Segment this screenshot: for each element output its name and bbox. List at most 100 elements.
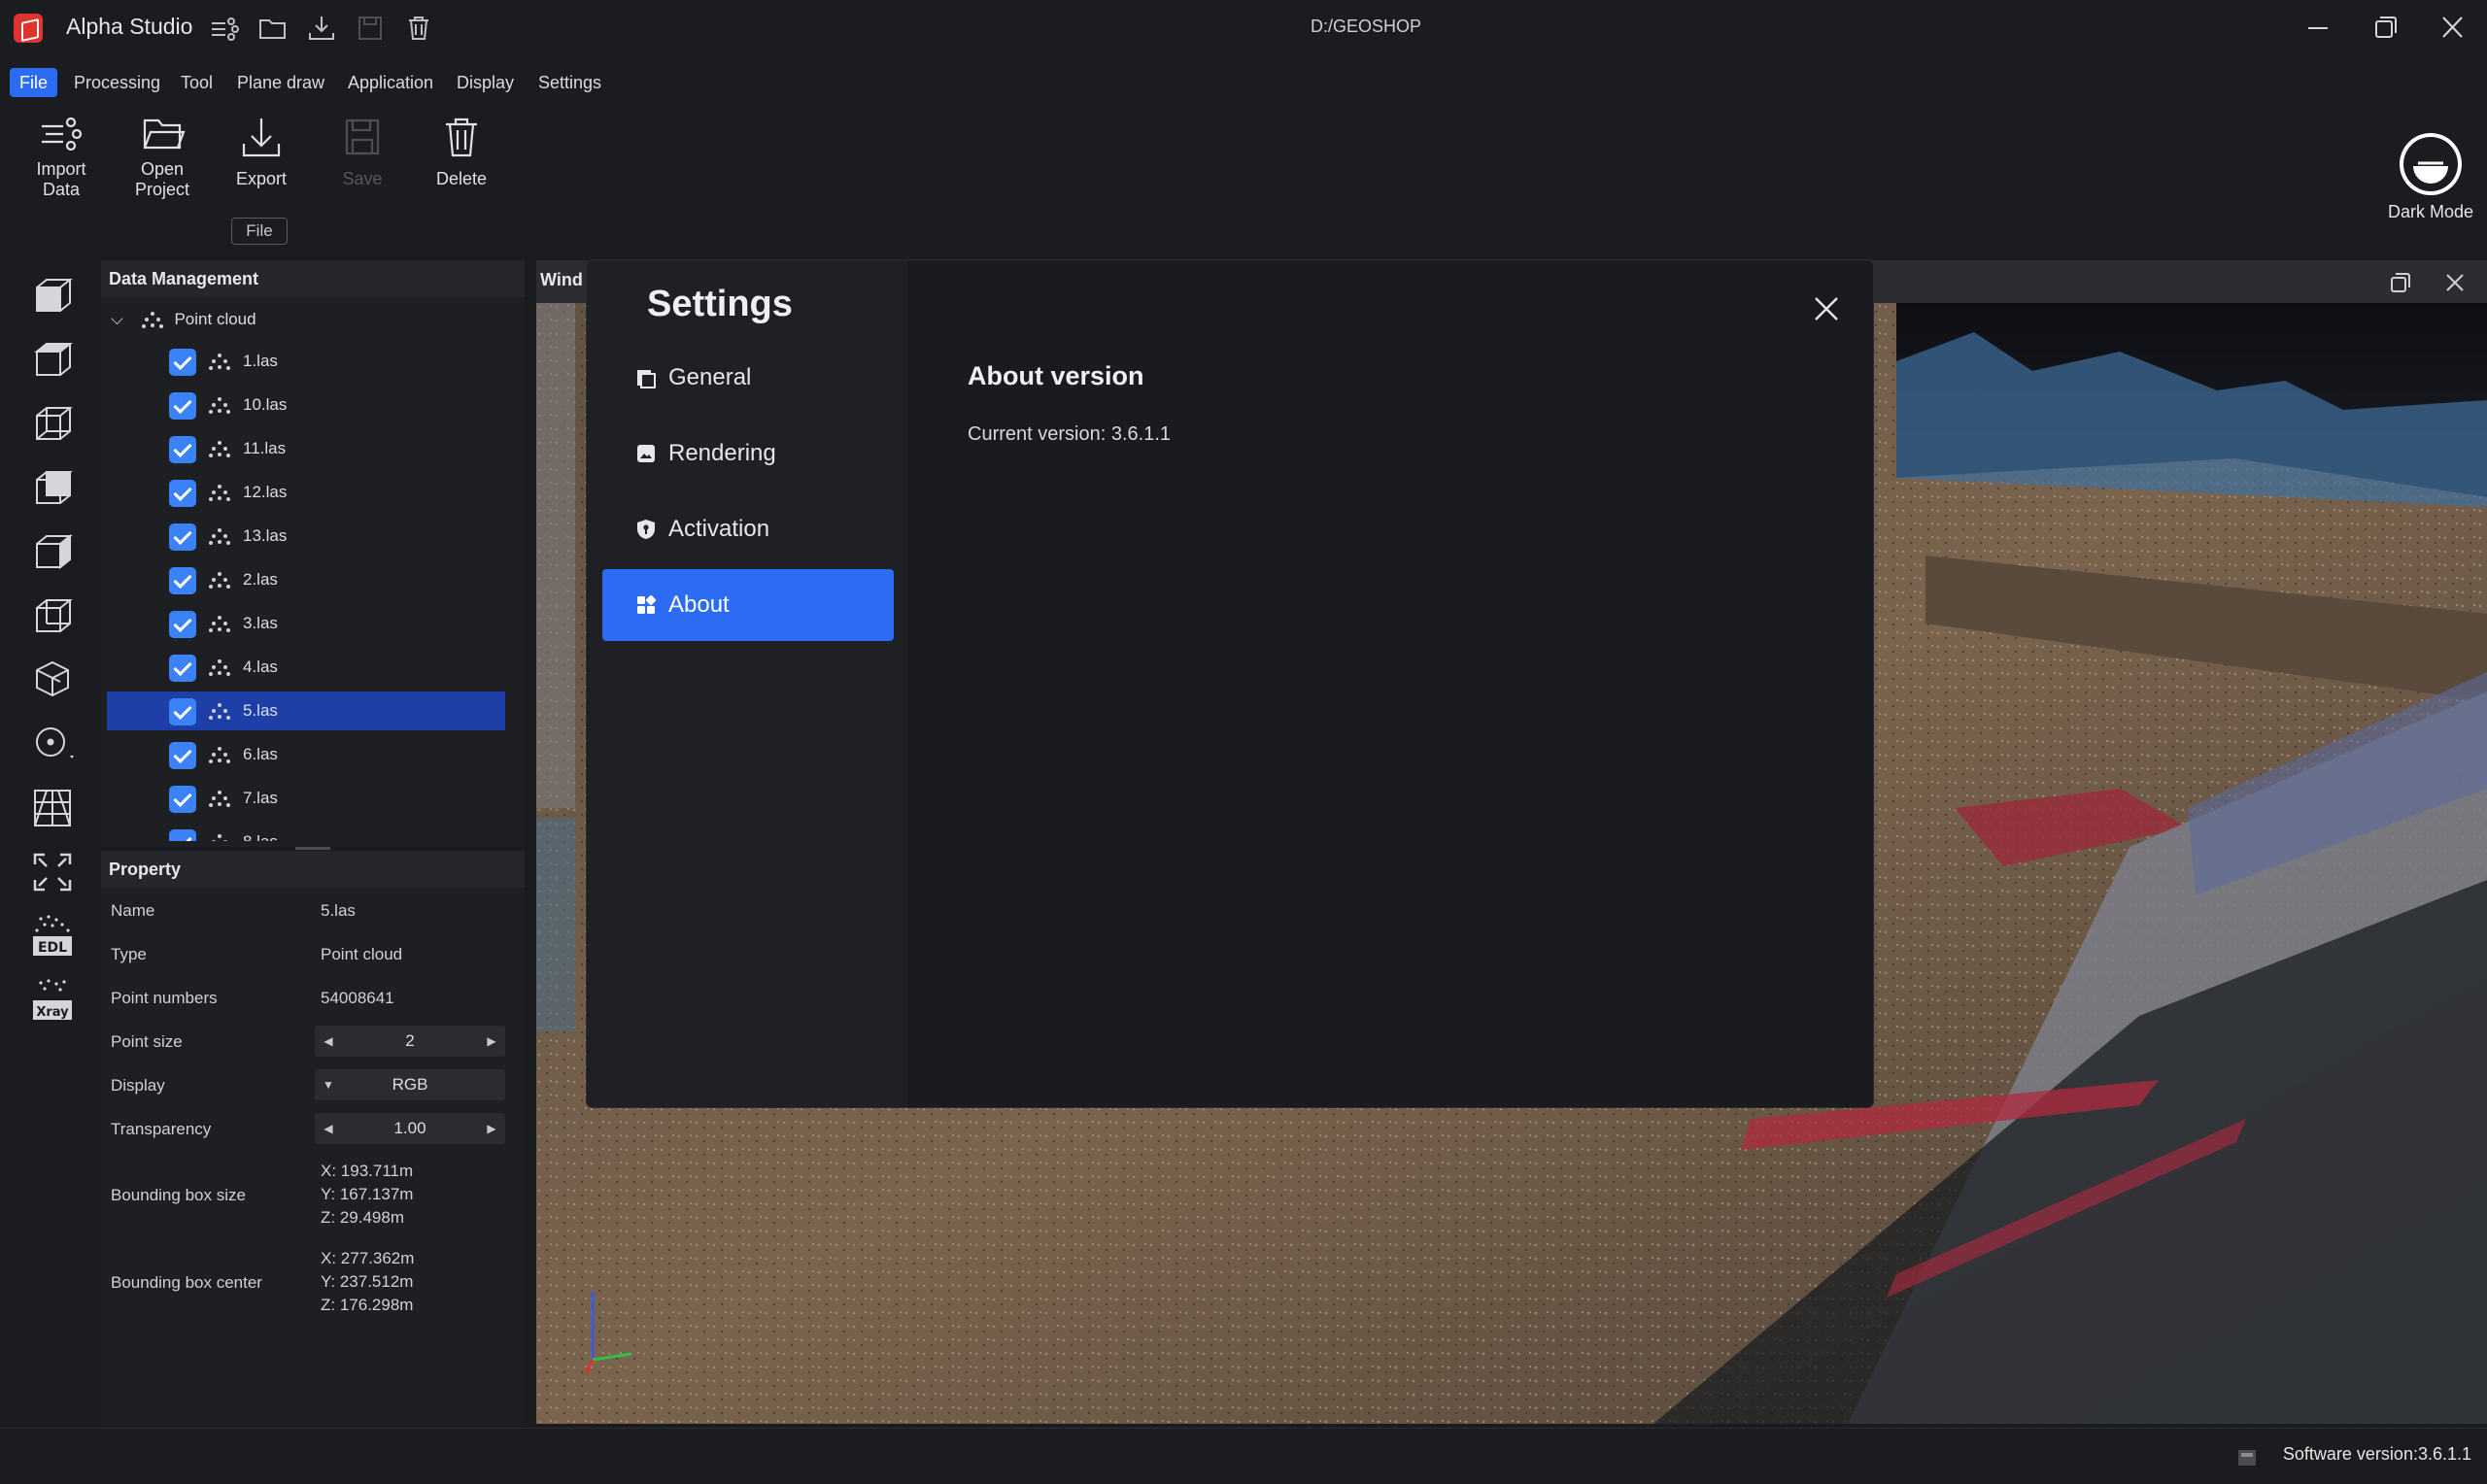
settings-nav-activation[interactable]: Activation bbox=[602, 493, 894, 565]
edl-icon[interactable]: EDL bbox=[27, 911, 78, 961]
prop-display-label: Display bbox=[111, 1076, 165, 1095]
bbox-center-z: Z: 176.298m bbox=[321, 1296, 414, 1314]
tree-item[interactable]: 1.las bbox=[107, 342, 505, 381]
tree-item-label: 5.las bbox=[243, 701, 278, 720]
menu-processing[interactable]: Processing bbox=[64, 68, 170, 97]
settings-nav-rendering-label: Rendering bbox=[668, 440, 776, 466]
settings-nav-about[interactable]: About bbox=[602, 569, 894, 641]
tree-item-label: 7.las bbox=[243, 789, 278, 807]
visibility-checkbox[interactable] bbox=[169, 655, 196, 682]
prop-bbox-center-label: Bounding box center bbox=[111, 1273, 262, 1292]
prop-point-size-label: Point size bbox=[111, 1032, 183, 1051]
tree-item[interactable]: 8.las bbox=[107, 823, 505, 841]
visibility-checkbox[interactable] bbox=[169, 523, 196, 551]
tree-item[interactable]: 12.las bbox=[107, 473, 505, 512]
point-cloud-icon bbox=[209, 485, 230, 501]
visibility-checkbox[interactable] bbox=[169, 480, 196, 507]
shield-key-icon bbox=[637, 520, 655, 539]
import-icon[interactable] bbox=[208, 12, 241, 45]
perspective-grid-icon[interactable] bbox=[27, 783, 78, 833]
viewport-title: Wind bbox=[540, 270, 583, 289]
view-iso-icon[interactable] bbox=[27, 270, 78, 320]
transparency-stepper[interactable]: ◀ 1.00 ▶ bbox=[315, 1113, 505, 1144]
save-icon bbox=[358, 17, 382, 40]
restore-icon[interactable] bbox=[2365, 8, 2407, 49]
prop-name-label: Name bbox=[111, 901, 155, 920]
delete-label: Delete bbox=[435, 169, 488, 188]
display-value: RGB bbox=[392, 1075, 428, 1094]
svg-text:Xray: Xray bbox=[36, 1005, 69, 1020]
minimize-icon[interactable] bbox=[2297, 8, 2339, 49]
tree-item[interactable]: 7.las bbox=[107, 779, 505, 818]
menu-plane-draw[interactable]: Plane draw bbox=[227, 68, 334, 97]
visibility-checkbox[interactable] bbox=[169, 436, 196, 463]
visibility-checkbox[interactable] bbox=[169, 567, 196, 594]
open-folder-icon[interactable] bbox=[256, 12, 290, 45]
close-icon[interactable] bbox=[2431, 8, 2473, 49]
tree-item[interactable]: 4.las bbox=[107, 648, 505, 687]
increment-icon[interactable]: ▶ bbox=[482, 1026, 501, 1057]
view-bottom-icon[interactable] bbox=[27, 655, 78, 705]
dropdown-icon[interactable]: ▼ bbox=[319, 1069, 338, 1100]
tree-item[interactable]: 6.las bbox=[107, 735, 505, 774]
prop-points-label: Point numbers bbox=[111, 989, 218, 1007]
prop-transparency-label: Transparency bbox=[111, 1120, 212, 1138]
tree-item-label: 8.las bbox=[243, 823, 278, 841]
visibility-checkbox[interactable] bbox=[169, 611, 196, 638]
visibility-checkbox[interactable] bbox=[169, 742, 196, 769]
open-project-button[interactable]: Open Project bbox=[119, 113, 206, 200]
menu-tool[interactable]: Tool bbox=[171, 68, 222, 97]
tree-item[interactable]: 3.las bbox=[107, 604, 505, 643]
view-back-icon[interactable] bbox=[27, 590, 78, 641]
tree-item[interactable]: 13.las bbox=[107, 517, 505, 556]
tree-item-label: 11.las bbox=[243, 439, 287, 457]
point-cloud-icon bbox=[209, 572, 230, 589]
visibility-checkbox[interactable] bbox=[169, 698, 196, 725]
dark-mode-button[interactable]: Dark Mode bbox=[2382, 130, 2479, 222]
pivot-point-icon[interactable] bbox=[27, 719, 78, 769]
import-data-button[interactable]: Import Data bbox=[17, 113, 105, 200]
settings-nav-rendering[interactable]: Rendering bbox=[602, 418, 894, 489]
view-left-icon[interactable] bbox=[27, 462, 78, 513]
delete-icon[interactable] bbox=[402, 12, 435, 45]
decrement-icon[interactable]: ◀ bbox=[319, 1113, 338, 1144]
view-top-icon[interactable] bbox=[27, 334, 78, 385]
panel-splitter[interactable] bbox=[295, 847, 330, 850]
settings-close-icon[interactable] bbox=[1809, 291, 1844, 326]
bbox-center-x: X: 277.362m bbox=[321, 1249, 415, 1267]
bbox-center-y: Y: 237.512m bbox=[321, 1272, 414, 1291]
delete-button[interactable]: Delete bbox=[418, 113, 505, 189]
display-select[interactable]: ▼ RGB bbox=[315, 1069, 505, 1100]
visibility-checkbox[interactable] bbox=[169, 392, 196, 420]
fit-view-icon[interactable] bbox=[27, 847, 78, 897]
float-window-icon[interactable] bbox=[2388, 270, 2413, 295]
menu-settings[interactable]: Settings bbox=[528, 68, 611, 97]
settings-nav-general[interactable]: General bbox=[602, 342, 894, 414]
apps-grid-icon bbox=[637, 594, 657, 614]
point-cloud-icon bbox=[209, 441, 230, 457]
visibility-checkbox[interactable] bbox=[169, 829, 196, 841]
menu-application[interactable]: Application bbox=[338, 68, 443, 97]
menu-display[interactable]: Display bbox=[447, 68, 524, 97]
tree-item[interactable]: 2.las bbox=[107, 560, 505, 599]
chevron-down-icon[interactable]: ⌵ bbox=[111, 305, 136, 334]
view-front-icon[interactable] bbox=[27, 398, 78, 449]
tree-item-label: 3.las bbox=[243, 614, 278, 632]
decrement-icon[interactable]: ◀ bbox=[319, 1026, 338, 1057]
increment-icon[interactable]: ▶ bbox=[482, 1113, 501, 1144]
menu-file[interactable]: File bbox=[10, 68, 58, 97]
download-icon[interactable] bbox=[305, 12, 338, 45]
app-logo-icon bbox=[14, 14, 43, 43]
tree-item[interactable]: 11.las bbox=[107, 429, 505, 468]
point-size-stepper[interactable]: ◀ 2 ▶ bbox=[315, 1026, 505, 1057]
tree-item[interactable]: 10.las bbox=[107, 386, 505, 424]
view-right-icon[interactable] bbox=[27, 526, 78, 577]
save-label: Save bbox=[342, 169, 383, 188]
export-button[interactable]: Export bbox=[218, 113, 305, 189]
tree-item[interactable]: 5.las bbox=[107, 691, 505, 730]
close-viewport-icon[interactable] bbox=[2442, 270, 2468, 295]
tree-root-point-cloud[interactable]: ⌵ Point cloud bbox=[111, 305, 256, 334]
visibility-checkbox[interactable] bbox=[169, 349, 196, 376]
visibility-checkbox[interactable] bbox=[169, 786, 196, 813]
xray-icon[interactable]: Xray bbox=[27, 975, 78, 1026]
